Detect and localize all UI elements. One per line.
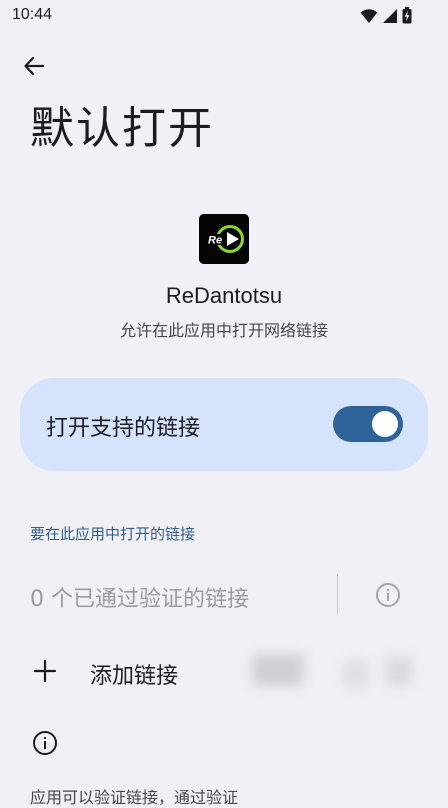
signal-icon — [383, 8, 397, 23]
open-supported-links-switch[interactable] — [333, 406, 403, 442]
switch-knob — [372, 411, 398, 437]
add-link-row[interactable]: 添加链接 — [0, 644, 448, 700]
info-icon — [376, 583, 400, 607]
app-icon-text: Re — [208, 235, 222, 247]
status-bar: 10:44 — [0, 0, 448, 32]
page-title: 默认打开 — [30, 103, 214, 154]
arrow-left-icon — [24, 56, 45, 76]
blurred-overlay — [386, 656, 412, 686]
footer-description: 应用可以验证链接，通过验证 — [30, 788, 239, 807]
status-time: 10:44 — [12, 6, 53, 23]
blurred-overlay — [252, 654, 304, 686]
app-description: 允许在此应用中打开网络链接 — [119, 321, 328, 340]
open-supported-links-card[interactable]: 打开支持的链接 — [20, 378, 428, 471]
wifi-icon — [360, 8, 378, 23]
app-logo-icon: Re — [199, 214, 249, 264]
back-button[interactable] — [16, 48, 52, 84]
app-name: ReDantotsu — [165, 283, 283, 308]
verified-links-row: 0 个已通过验证的链接 — [0, 566, 448, 624]
section-header-links: 要在此应用中打开的链接 — [30, 525, 196, 543]
plus-icon — [33, 659, 57, 683]
verified-links-info-button[interactable] — [374, 581, 402, 609]
open-supported-links-label: 打开支持的链接 — [46, 416, 201, 441]
status-icons — [360, 7, 412, 24]
info-icon — [33, 731, 57, 755]
vertical-divider — [337, 574, 338, 614]
blurred-overlay — [344, 660, 368, 688]
battery-charging-icon — [402, 7, 412, 24]
verified-links-count: 0 个已通过验证的链接 — [30, 587, 249, 612]
add-link-label: 添加链接 — [90, 664, 179, 689]
app-icon: Re — [199, 214, 249, 264]
